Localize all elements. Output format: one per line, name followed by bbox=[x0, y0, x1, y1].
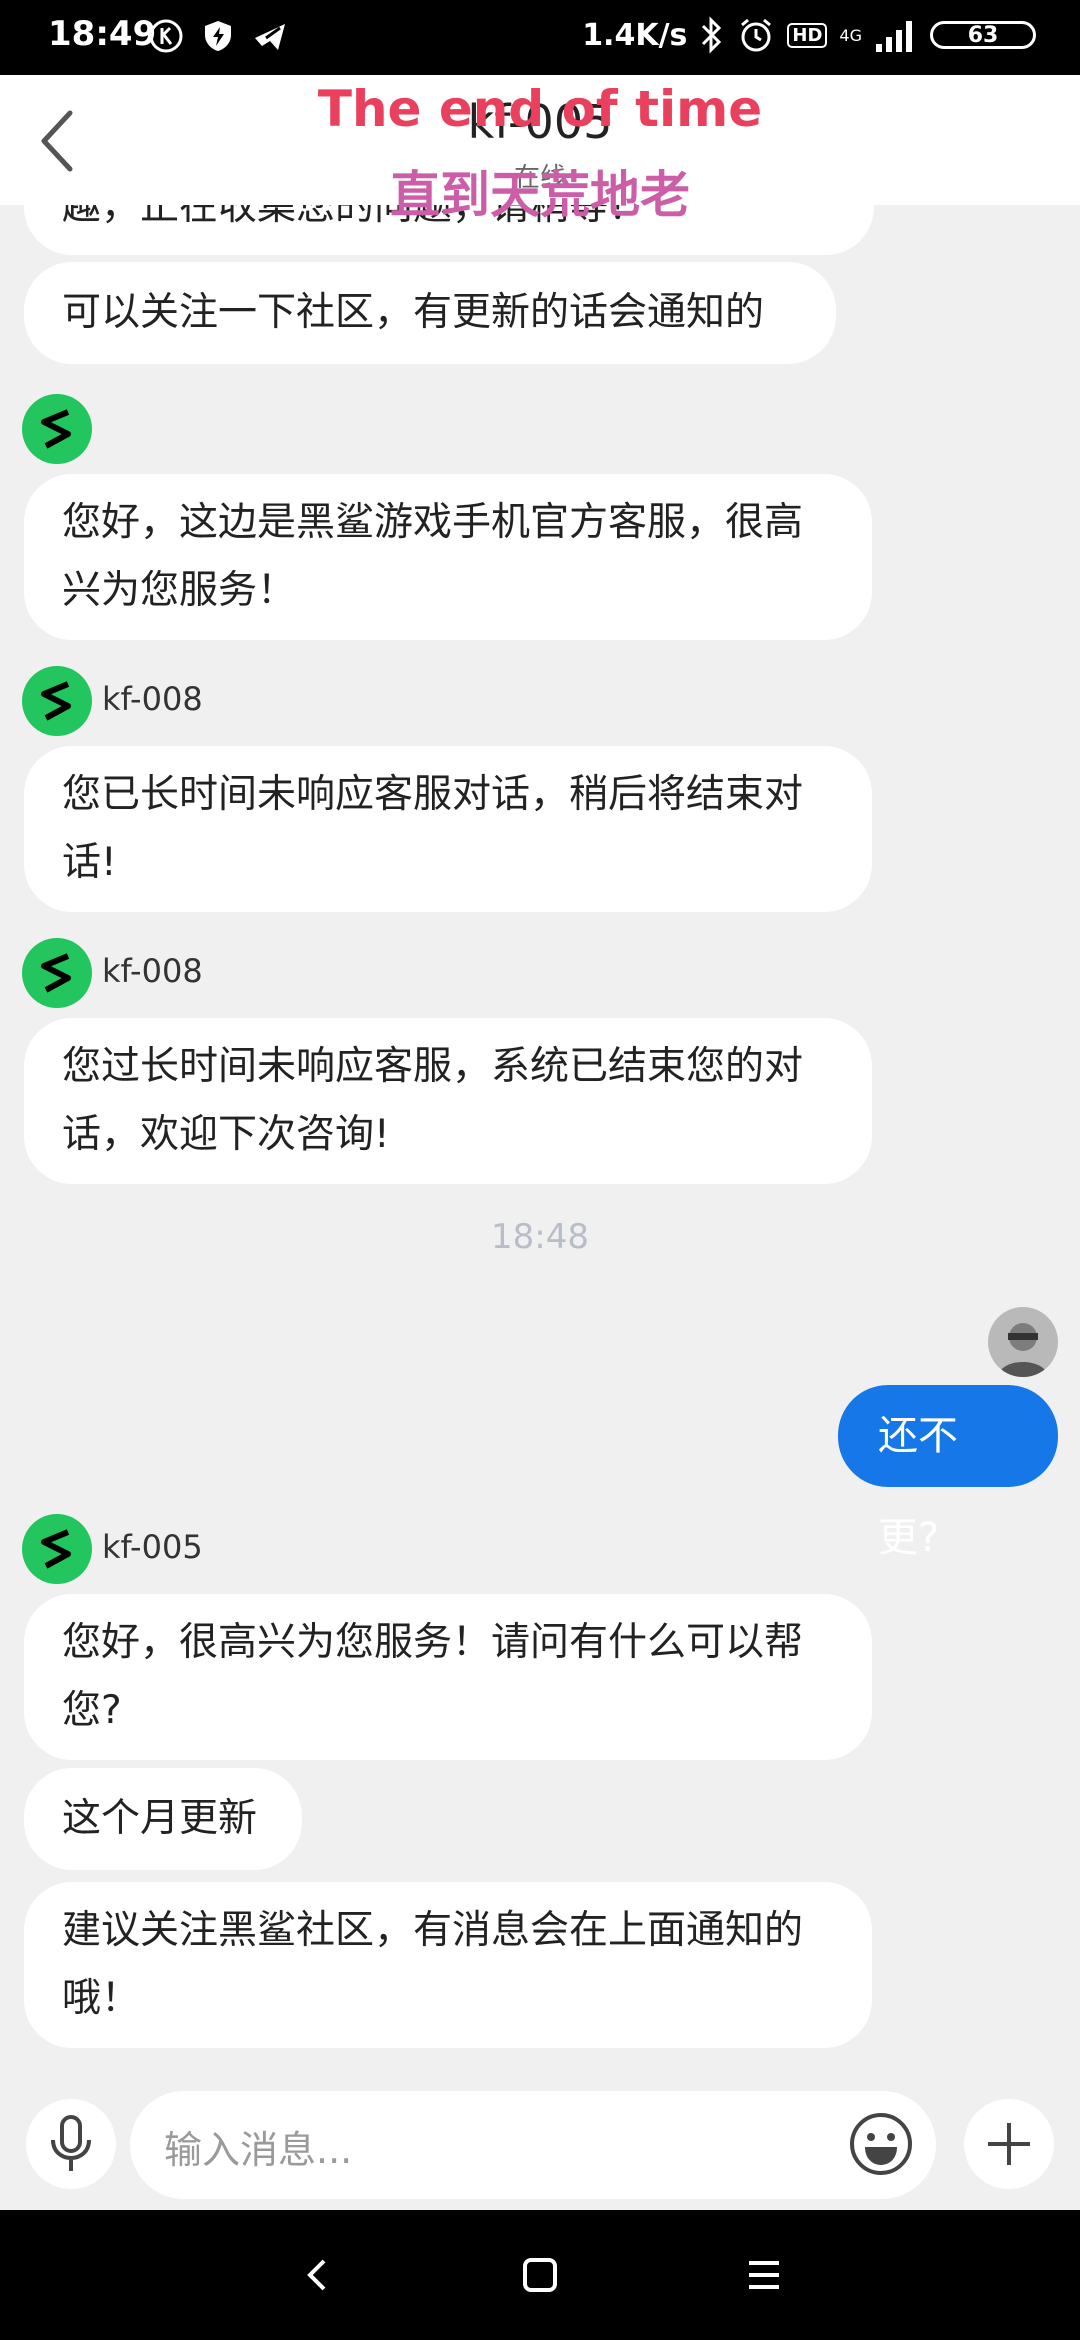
network-speed: 1.4K/s bbox=[582, 17, 688, 53]
message-bubble: 您过长时间未响应客服，系统已结束您的对话，欢迎下次咨询! bbox=[24, 1018, 872, 1184]
network-type: 4G bbox=[839, 25, 862, 45]
message-bubble: 这个月更新 bbox=[24, 1768, 302, 1870]
nav-back-icon[interactable] bbox=[298, 2255, 338, 2295]
user-avatar-icon bbox=[998, 1323, 1048, 1377]
message-bubble: 可以关注一下社区，有更新的话会通知的 bbox=[24, 262, 836, 364]
plus-icon bbox=[988, 2123, 1030, 2165]
battery-level: 63 bbox=[967, 22, 999, 48]
agent-avatar bbox=[22, 666, 92, 736]
input-placeholder: 输入消息... bbox=[164, 2128, 353, 2172]
message-bubble: 建议关注黑鲨社区，有消息会在上面通知的哦！ bbox=[24, 1882, 872, 2048]
agent-avatar bbox=[22, 394, 92, 464]
microphone-icon bbox=[51, 2115, 91, 2171]
chat-header: kf-005 在线 The end of time 直到天荒地老 bbox=[0, 75, 1080, 224]
agent-name: kf-008 bbox=[102, 680, 203, 718]
voice-button[interactable] bbox=[26, 2099, 116, 2189]
paper-plane-icon bbox=[255, 24, 285, 50]
shield-icon bbox=[205, 21, 231, 51]
agent-name: kf-005 bbox=[102, 1528, 203, 1566]
emoji-icon[interactable] bbox=[848, 2111, 914, 2177]
battery-icon: 63 bbox=[930, 21, 1036, 49]
signal-icon bbox=[876, 21, 912, 52]
alarm-icon bbox=[741, 18, 772, 52]
overlay-text-english: The end of time bbox=[317, 80, 763, 138]
shark-logo-icon bbox=[41, 681, 71, 721]
bluetooth-icon bbox=[702, 16, 722, 54]
agent-avatar bbox=[22, 1514, 92, 1584]
more-options-button[interactable] bbox=[964, 2099, 1054, 2189]
hd-badge: HD bbox=[787, 22, 828, 48]
overlay-text-chinese: 直到天荒地老 bbox=[390, 166, 690, 224]
message-bubble: 您好，很高兴为您服务！请问有什么可以帮您? bbox=[24, 1594, 872, 1760]
message-timestamp: 18:48 bbox=[491, 1217, 589, 1257]
shark-logo-icon bbox=[41, 953, 71, 993]
system-navigation-bar bbox=[0, 2210, 1080, 2340]
message-bubble: 您好，这边是黑鲨游戏手机官方客服，很高兴为您服务！ bbox=[24, 474, 872, 640]
shark-logo-icon bbox=[41, 1529, 71, 1569]
message-input-bar: 输入消息... bbox=[0, 2085, 1080, 2210]
message-input[interactable]: 输入消息... bbox=[130, 2091, 936, 2199]
status-left-icons bbox=[148, 18, 288, 54]
user-message-bubble: 还不更? bbox=[838, 1385, 1058, 1561]
status-time: 18:49 bbox=[48, 14, 157, 54]
status-bar: 18:49 1.4K/s HD 4G 63 bbox=[0, 0, 1080, 75]
message-bubble: 您已长时间未响应客服对话，稍后将结束对话! bbox=[24, 746, 872, 912]
nav-menu-icon[interactable] bbox=[744, 2255, 784, 2295]
shark-logo-icon bbox=[41, 409, 71, 449]
agent-name: kf-008 bbox=[102, 952, 203, 990]
status-right: 1.4K/s HD 4G 63 bbox=[582, 16, 1036, 54]
k-app-icon bbox=[149, 19, 183, 53]
agent-avatar bbox=[22, 938, 92, 1008]
user-avatar bbox=[988, 1307, 1058, 1377]
nav-home-icon[interactable] bbox=[520, 2255, 560, 2295]
chat-messages: 趣，正在收集您的问题，请稍等！ 可以关注一下社区，有更新的话会通知的 您好，这边… bbox=[0, 205, 1080, 2085]
